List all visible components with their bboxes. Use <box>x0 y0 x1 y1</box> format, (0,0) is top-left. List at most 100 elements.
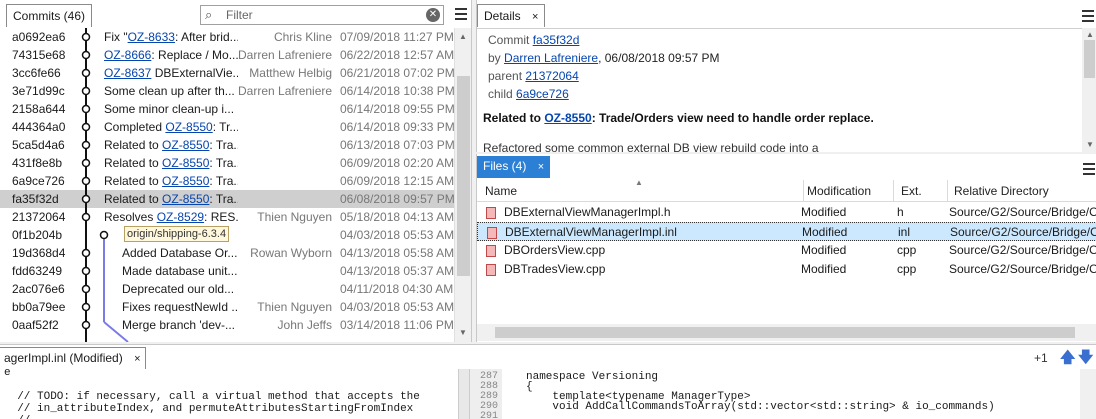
issue-link[interactable]: OZ-8550 <box>162 192 209 206</box>
file-row[interactable]: DBExternalViewManagerImpl.h Modified h Sour… <box>477 203 1096 222</box>
commit-message: Made database unit... <box>122 262 238 280</box>
author-date: , 06/08/2018 09:57 PM <box>598 51 720 65</box>
column-header-ext[interactable]: Ext. <box>901 184 922 198</box>
issue-link[interactable]: OZ-8550 <box>162 156 209 170</box>
message-text: : Tra... <box>209 138 238 152</box>
commit-list-scrollbar[interactable]: ▲ ▼ <box>454 28 471 342</box>
file-row[interactable]: DBExternalViewManagerImpl.inl Modified inl… <box>477 222 1096 241</box>
commit-node[interactable] <box>81 50 91 60</box>
scrollbar-thumb[interactable] <box>495 327 1075 338</box>
commit-date: 04/13/2018 05:37 AM <box>340 264 454 278</box>
commit-date: 04/03/2018 05:53 AM <box>340 228 454 242</box>
message-text: Made database unit... <box>122 264 238 278</box>
child-hash-link[interactable]: 6a9ce726 <box>516 87 569 101</box>
parent-label: parent <box>488 69 523 83</box>
file-icon <box>486 245 496 257</box>
issue-link[interactable]: OZ-8633 <box>128 30 175 44</box>
commit-node[interactable] <box>81 176 91 186</box>
diff-scrollbar[interactable] <box>1080 369 1096 419</box>
scroll-up-icon[interactable]: ▲ <box>1086 30 1094 39</box>
tab-commits[interactable]: Commits (46) <box>6 4 93 27</box>
file-icon <box>486 207 496 219</box>
tab-diff[interactable]: agerImpl.inl (Modified) × <box>0 347 146 369</box>
column-header-name[interactable]: Name <box>485 184 517 198</box>
search-icon: ⌕ <box>205 7 213 22</box>
commit-hash-link[interactable]: fa35f32d <box>533 33 580 47</box>
column-header-directory[interactable]: Relative Directory <box>954 184 1049 198</box>
menu-icon[interactable] <box>1082 10 1094 25</box>
message-text: Fixes requestNewId ... <box>122 300 238 314</box>
tab-files[interactable]: Files (4) × <box>477 156 551 178</box>
commit-author: Darren Lafreniere <box>238 48 332 62</box>
files-horizontal-scrollbar[interactable] <box>477 324 1096 341</box>
message-text: Added Database Or... <box>122 246 238 260</box>
issue-link[interactable]: OZ-8550 <box>162 138 209 152</box>
commit-node[interactable] <box>81 104 91 114</box>
child-label: child <box>488 87 513 101</box>
message-text: : Tr... <box>212 120 238 134</box>
commit-node[interactable] <box>81 158 91 168</box>
details-scrollbar[interactable]: ▲ ▼ <box>1082 28 1096 152</box>
issue-link[interactable]: OZ-8550 <box>165 120 212 134</box>
parent-hash-link[interactable]: 21372064 <box>525 69 578 83</box>
column-header-modification[interactable]: Modification <box>807 184 871 198</box>
scroll-down-icon[interactable]: ▼ <box>1086 140 1094 149</box>
commit-author: Thien Nguyen <box>257 210 332 224</box>
commit-date: 06/14/2018 09:55 PM <box>340 102 454 116</box>
clear-icon[interactable]: ✕ <box>426 8 440 22</box>
scroll-up-icon[interactable]: ▲ <box>459 32 467 41</box>
tab-details[interactable]: Details × <box>477 4 546 27</box>
commit-node[interactable] <box>81 68 91 78</box>
close-icon[interactable]: × <box>532 11 538 23</box>
file-extension: cpp <box>897 262 917 276</box>
commit-node[interactable] <box>81 302 91 312</box>
column-divider[interactable] <box>947 180 948 202</box>
commit-node[interactable] <box>81 284 91 294</box>
commit-node[interactable] <box>81 248 91 258</box>
file-row[interactable]: DBOrdersView.cpp Modified cpp Source/G2/Sou… <box>477 241 1096 260</box>
file-directory: Source/G2/Source/Bridge/O <box>949 243 1096 257</box>
diff-right-editor[interactable]: namespace Versioning{ template<typename … <box>504 369 1078 419</box>
issue-link[interactable]: OZ-8529 <box>157 210 204 224</box>
change-counter: +1 <box>1034 351 1048 365</box>
close-icon[interactable]: × <box>538 161 544 173</box>
child-line: child 6a9ce726 <box>488 87 569 101</box>
commit-node[interactable] <box>81 122 91 132</box>
file-modification: Modified <box>801 243 847 257</box>
scrollbar-thumb[interactable] <box>1084 40 1095 78</box>
file-row[interactable]: DBTradesView.cpp Modified cpp Source/G2/Sou… <box>477 260 1096 279</box>
filter-input[interactable]: ⌕ Filter ✕ <box>200 5 444 25</box>
line-number: 291 <box>479 411 498 419</box>
issue-link[interactable]: OZ-8550 <box>162 174 209 188</box>
commit-node[interactable] <box>81 266 91 276</box>
commit-node[interactable] <box>81 140 91 150</box>
details-pane: Details × Commit fa35f32d by Darren Lafr… <box>476 0 1096 152</box>
scrollbar-thumb[interactable] <box>457 76 470 276</box>
commit-node[interactable] <box>81 32 91 42</box>
menu-icon[interactable] <box>455 8 467 23</box>
commit-node[interactable] <box>81 212 91 222</box>
commit-date: 04/03/2018 05:53 AM <box>340 300 454 314</box>
branch-label[interactable]: origin/shipping-6.3.4 <box>124 226 230 242</box>
message-text: : Tra... <box>209 156 238 170</box>
commit-date: 06/21/2018 07:02 PM <box>340 66 454 80</box>
column-divider[interactable] <box>803 180 804 202</box>
author-link[interactable]: Darren Lafreniere <box>504 51 598 65</box>
column-divider[interactable] <box>893 180 894 202</box>
commit-node[interactable] <box>81 194 91 204</box>
scroll-down-icon[interactable]: ▼ <box>459 328 467 337</box>
summary-issue-link[interactable]: OZ-8550 <box>544 111 591 125</box>
diff-left-editor[interactable]: e // TODO: if necessary, call a virtual … <box>0 369 458 419</box>
menu-icon[interactable] <box>1083 163 1095 178</box>
commit-date: 03/14/2018 11:06 PM <box>340 318 454 332</box>
file-name: DBTradesView.cpp <box>504 262 606 276</box>
commit-author: Thien Nguyen <box>257 300 332 314</box>
file-extension: inl <box>898 225 911 239</box>
commit-node[interactable] <box>99 230 109 240</box>
commit-node[interactable] <box>81 86 91 96</box>
commit-node[interactable] <box>81 320 91 330</box>
tab-files-label: Files (4) <box>483 159 527 173</box>
sort-ascending-icon: ▲ <box>635 178 643 187</box>
file-modification: Modified <box>802 225 848 239</box>
close-icon[interactable]: × <box>134 353 140 365</box>
